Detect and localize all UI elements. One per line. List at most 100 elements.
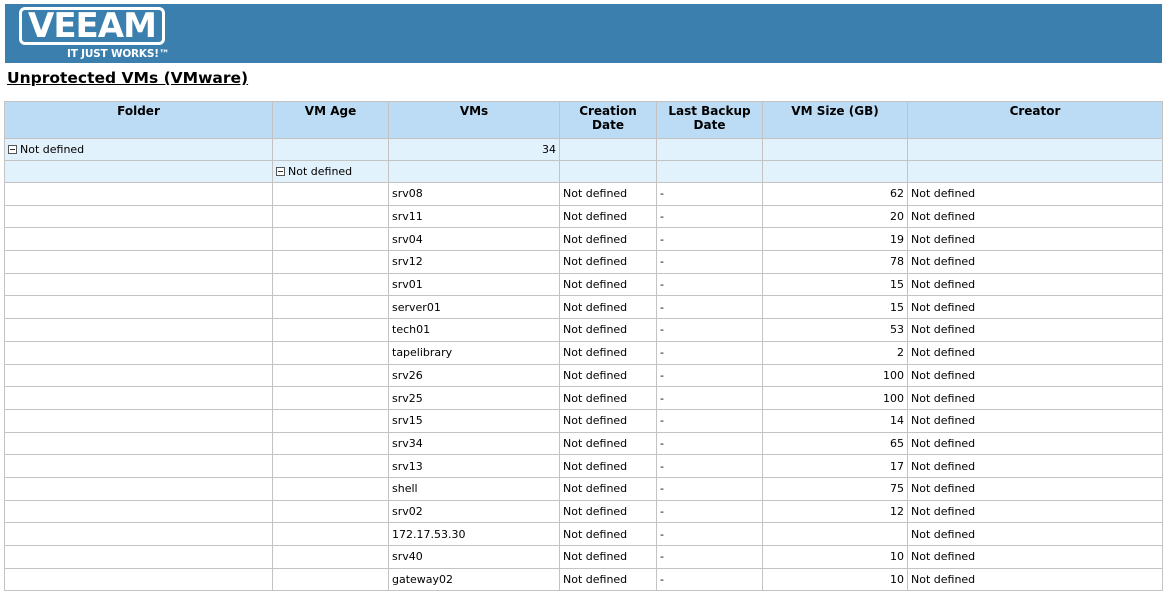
creator-cell: Not defined [907, 272, 1163, 297]
vm-size-cell: 78 [762, 250, 908, 274]
col-header-vms[interactable]: VMs [388, 101, 560, 139]
vm-name-cell: srv08 [388, 182, 560, 206]
logo-tagline: IT JUST WORKS!™ [67, 48, 170, 60]
table-row: srv02 Not defined -12 Not defined [4, 499, 1163, 524]
table-row: srv12 Not defined -78 Not defined [4, 250, 1163, 274]
collapse-icon[interactable] [276, 167, 285, 176]
vm-size-cell: 62 [762, 182, 908, 206]
report-title: Unprotected VMs (VMware) [7, 69, 249, 87]
logo-wordmark: VEEAM [19, 6, 165, 46]
vm-size-cell [762, 522, 908, 546]
last-backup-cell: - [656, 499, 763, 524]
table-row: 172.17.53.30 Not defined - Not defined [4, 522, 1163, 546]
table-row: shell Not defined -75 Not defined [4, 476, 1163, 501]
folder-cell [4, 545, 273, 569]
creator-cell: Not defined [907, 318, 1163, 342]
creator-cell: Not defined [907, 431, 1163, 456]
table-row: srv04 Not defined -19 Not defined [4, 227, 1163, 252]
folder-group-label: Not defined [20, 143, 85, 156]
collapse-icon[interactable] [8, 145, 17, 154]
col-header-creation-date[interactable]: Creation Date [559, 101, 657, 139]
creator-cell: Not defined [907, 522, 1163, 546]
vm-age-cell [272, 227, 389, 252]
folder-cell [4, 386, 273, 410]
vm-age-cell [272, 318, 389, 342]
vm-age-cell [272, 250, 389, 274]
vm-size-cell: 100 [762, 363, 908, 388]
last-backup-cell: - [656, 295, 763, 320]
col-header-creator[interactable]: Creator [907, 101, 1163, 139]
vm-age-cell [272, 182, 389, 206]
vm-size-cell: 20 [762, 204, 908, 229]
table-row: srv15 Not defined -14 Not defined [4, 408, 1163, 433]
vm-age-cell [272, 454, 389, 478]
folder-cell [4, 182, 273, 206]
vm-age-cell [272, 499, 389, 524]
last-backup-cell: - [656, 431, 763, 456]
vm-age-cell [272, 363, 389, 388]
table-header-row: Folder VM Age VMs Creation Date Last Bac… [4, 101, 1163, 139]
last-backup-cell: - [656, 545, 763, 569]
table-row: srv40 Not defined -10 Not defined [4, 545, 1163, 569]
creation-date-cell: Not defined [559, 431, 657, 456]
vm-age-cell [272, 476, 389, 501]
creator-cell: Not defined [907, 454, 1163, 478]
folder-cell [4, 227, 273, 252]
folder-cell [4, 522, 273, 546]
table-row: srv34 Not defined -65 Not defined [4, 431, 1163, 456]
vm-age-cell [272, 545, 389, 569]
vm-name-cell: server01 [388, 295, 560, 320]
vm-size-cell: 10 [762, 545, 908, 569]
last-backup-cell: - [656, 522, 763, 546]
vm-name-cell: srv01 [388, 272, 560, 297]
folder-cell [4, 499, 273, 524]
age-group-cell: Not defined [272, 160, 389, 183]
folder-cell [4, 567, 273, 591]
vm-size-cell: 14 [762, 408, 908, 433]
table-row: srv13 Not defined -17 Not defined [4, 454, 1163, 478]
last-backup-cell: - [656, 340, 763, 365]
last-backup-cell: - [656, 567, 763, 591]
last-backup-cell: - [656, 318, 763, 342]
creator-cell: Not defined [907, 499, 1163, 524]
vm-size-cell: 17 [762, 454, 908, 478]
vm-name-cell: srv12 [388, 250, 560, 274]
creator-cell: Not defined [907, 363, 1163, 388]
folder-cell [4, 204, 273, 229]
creation-date-cell: Not defined [559, 545, 657, 569]
creator-cell: Not defined [907, 227, 1163, 252]
folder-cell [4, 431, 273, 456]
creation-date-cell: Not defined [559, 250, 657, 274]
creation-date-cell: Not defined [559, 408, 657, 433]
creator-cell: Not defined [907, 386, 1163, 410]
creator-cell: Not defined [907, 567, 1163, 591]
vm-age-cell [272, 204, 389, 229]
creation-date-cell: Not defined [559, 454, 657, 478]
folder-cell [4, 363, 273, 388]
col-header-last-backup-date[interactable]: Last Backup Date [656, 101, 763, 139]
creator-cell: Not defined [907, 250, 1163, 274]
table-row: server01 Not defined -15 Not defined [4, 295, 1163, 320]
creation-date-cell: Not defined [559, 499, 657, 524]
col-header-folder[interactable]: Folder [4, 101, 273, 139]
folder-cell [4, 272, 273, 297]
creation-date-cell: Not defined [559, 567, 657, 591]
col-header-vm-size[interactable]: VM Size (GB) [762, 101, 908, 139]
creator-cell: Not defined [907, 476, 1163, 501]
table-row: srv01 Not defined -15 Not defined [4, 272, 1163, 297]
creator-cell: Not defined [907, 182, 1163, 206]
folder-cell [4, 295, 273, 320]
last-backup-cell: - [656, 272, 763, 297]
vm-name-cell: srv15 [388, 408, 560, 433]
creator-cell: Not defined [907, 545, 1163, 569]
vm-name-cell: srv13 [388, 454, 560, 478]
creation-date-cell: Not defined [559, 272, 657, 297]
creation-date-cell: Not defined [559, 363, 657, 388]
vm-age-cell [272, 431, 389, 456]
vm-name-cell: shell [388, 476, 560, 501]
table-row: srv25 Not defined -100 Not defined [4, 386, 1163, 410]
folder-cell [4, 454, 273, 478]
creation-date-cell: Not defined [559, 522, 657, 546]
col-header-vm-age[interactable]: VM Age [272, 101, 389, 139]
creation-date-cell: Not defined [559, 295, 657, 320]
